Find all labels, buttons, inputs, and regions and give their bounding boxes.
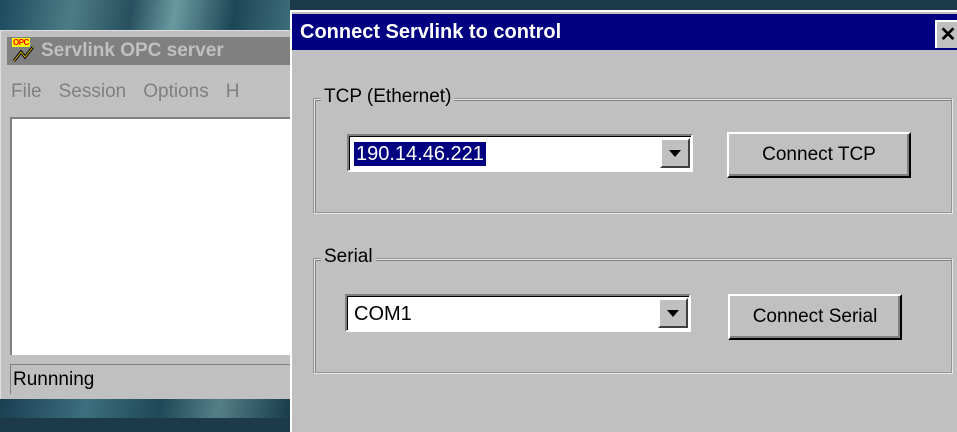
menu-options[interactable]: Options <box>143 81 208 103</box>
app-title-text: Servlink OPC server <box>41 40 224 61</box>
tcp-address-value[interactable]: 190.14.46.221 <box>354 142 486 166</box>
serial-group-label: Serial <box>321 246 376 268</box>
menu-file[interactable]: File <box>11 81 42 103</box>
status-bar: Runnning <box>10 364 291 394</box>
connect-serial-button[interactable]: Connect Serial <box>728 294 902 340</box>
tcp-group-label: TCP (Ethernet) <box>321 86 455 108</box>
desktop-wallpaper-top <box>0 0 290 30</box>
tcp-address-combo[interactable]: 190.14.46.221 <box>347 134 693 172</box>
dialog-title: Connect Servlink to control <box>300 21 562 43</box>
close-icon[interactable]: ✕ <box>935 20 957 48</box>
serial-port-combo[interactable]: COM1 <box>345 294 691 332</box>
dialog-title-bar[interactable]: Connect Servlink to control ✕ <box>292 14 957 50</box>
app-menu-bar: File Session Options H <box>11 81 256 103</box>
connect-tcp-button[interactable]: Connect TCP <box>727 132 911 178</box>
opc-app-icon: OPC <box>11 38 39 64</box>
menu-session[interactable]: Session <box>59 81 127 103</box>
chevron-down-icon[interactable] <box>660 138 690 168</box>
serial-port-value[interactable]: COM1 <box>352 302 414 326</box>
connect-dialog: Connect Servlink to control ✕ TCP (Ether… <box>290 10 957 432</box>
chevron-down-icon[interactable] <box>658 298 688 328</box>
menu-help[interactable]: H <box>226 81 240 103</box>
app-title-bar[interactable]: OPC Servlink OPC server <box>7 37 291 65</box>
serial-group: Serial COM1 Connect Serial <box>313 246 953 374</box>
servlink-opc-server-window: OPC Servlink OPC server File Session Opt… <box>0 30 293 399</box>
desktop-wallpaper-bottom <box>0 398 290 418</box>
tcp-group: TCP (Ethernet) 190.14.46.221 Connect TCP <box>313 86 953 214</box>
app-content-list[interactable] <box>10 117 293 355</box>
